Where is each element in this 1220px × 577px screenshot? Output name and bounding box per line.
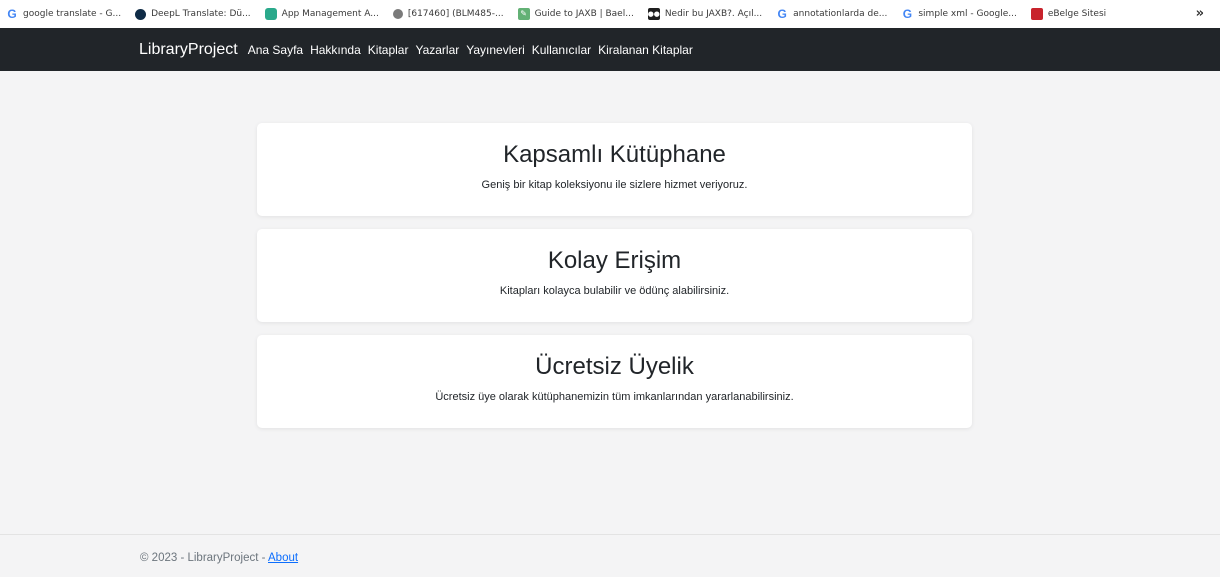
- bookmark-simple-xml[interactable]: G simple xml - Google...: [901, 7, 1017, 21]
- shield-icon: [392, 9, 403, 19]
- medium-icon: ●●: [648, 8, 660, 20]
- bookmark-label: annotationlarda de...: [793, 9, 888, 19]
- ebelge-icon: [1030, 8, 1043, 20]
- bookmark-label: Guide to JAXB | Bael...: [534, 9, 634, 19]
- feature-card: Kolay Erişim Kitapları kolayca bulabilir…: [257, 229, 972, 322]
- google-icon: G: [902, 7, 913, 21]
- feature-card-text: Geniş bir kitap koleksiyonu ile sizlere …: [481, 179, 748, 191]
- nav-link-hakkinda[interactable]: Hakkında: [310, 43, 361, 57]
- bookmark-baeldung[interactable]: ✎ Guide to JAXB | Bael...: [517, 8, 634, 20]
- nav-link-kullanicilar[interactable]: Kullanıcılar: [532, 43, 591, 57]
- bookmark-label: Nedir bu JAXB?. Açıl...: [664, 9, 763, 19]
- bookmark-label: DeepL Translate: Dü...: [151, 9, 251, 19]
- bookmark-ebelge[interactable]: eBelge Sitesi: [1030, 8, 1107, 20]
- footer: © 2023 - LibraryProject - About: [0, 534, 1220, 577]
- bookmark-app-management[interactable]: App Management A...: [264, 8, 379, 20]
- deepl-icon: [135, 8, 147, 20]
- feature-card: Kapsamlı Kütüphane Geniş bir kitap kolek…: [257, 123, 972, 216]
- bookmark-medium-jaxb[interactable]: ●● Nedir bu JAXB?. Açıl...: [648, 8, 762, 20]
- bookmark-label: eBelge Sitesi: [1047, 9, 1107, 19]
- bookmark-label: google translate - G...: [23, 9, 122, 19]
- footer-about-link[interactable]: About: [268, 552, 298, 564]
- bookmark-label: [617460] (BLM485-...: [407, 9, 504, 19]
- feature-card-title: Kapsamlı Kütüphane: [503, 141, 726, 168]
- bookmark-label: App Management A...: [281, 9, 379, 19]
- feature-card-text: Kitapları kolayca bulabilir ve ödünç ala…: [499, 285, 730, 297]
- feature-card-title: Ücretsiz Üyelik: [535, 353, 694, 380]
- nav-link-yazarlar[interactable]: Yazarlar: [415, 43, 459, 57]
- nav-link-ana-sayfa[interactable]: Ana Sayfa: [248, 43, 303, 57]
- baeldung-icon: ✎: [517, 8, 530, 20]
- bookmark-blm485[interactable]: [617460] (BLM485-...: [392, 9, 504, 19]
- footer-copyright: © 2023 - LibraryProject -: [140, 552, 268, 564]
- bookmark-google-translate[interactable]: G google translate - G...: [6, 8, 121, 20]
- feature-card-title: Kolay Erişim: [547, 247, 682, 274]
- nav-link-kiralanan-kitaplar[interactable]: Kiralanan Kitaplar: [598, 43, 693, 57]
- google-icon: G: [777, 7, 787, 21]
- bookmark-label: simple xml - Google...: [918, 9, 1017, 19]
- navbar: LibraryProject Ana Sayfa Hakkında Kitapl…: [0, 28, 1220, 71]
- bookmarks-bar: G google translate - G... DeepL Translat…: [0, 0, 1220, 28]
- google-icon: G: [7, 7, 17, 21]
- nav-link-kitaplar[interactable]: Kitaplar: [368, 43, 409, 57]
- navbar-brand[interactable]: LibraryProject: [139, 41, 238, 59]
- nav-link-yayinevleri[interactable]: Yayınevleri: [466, 43, 524, 57]
- footer-text-wrapper: © 2023 - LibraryProject - About: [140, 552, 298, 564]
- feature-card-text: Ücretsiz üye olarak kütüphanemizin tüm i…: [435, 391, 794, 403]
- more-bookmarks-chevron-icon[interactable]: »: [1196, 6, 1204, 21]
- bookmark-deepl[interactable]: DeepL Translate: Dü...: [135, 8, 251, 20]
- feature-card: Ücretsiz Üyelik Ücretsiz üye olarak kütü…: [257, 335, 972, 428]
- bookmark-annotations[interactable]: G annotationlarda de...: [776, 8, 887, 20]
- app-management-icon: [264, 8, 277, 20]
